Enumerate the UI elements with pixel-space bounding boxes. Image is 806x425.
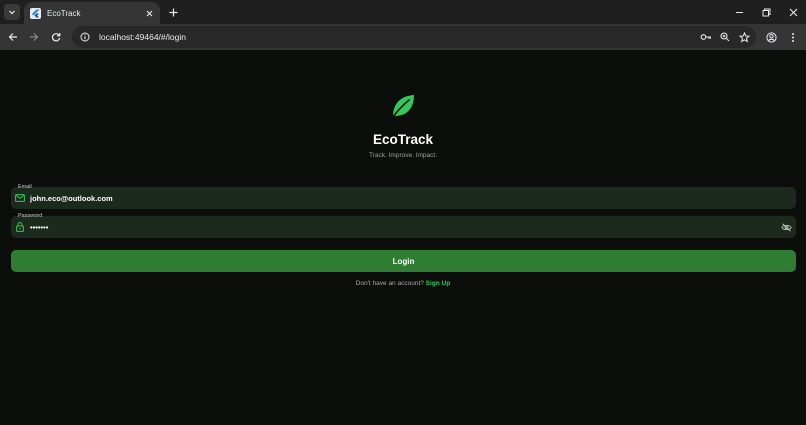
app-name: EcoTrack: [372, 132, 434, 147]
profile-button[interactable]: [764, 30, 778, 44]
password-key-icon[interactable]: [699, 30, 713, 44]
menu-button[interactable]: [786, 30, 800, 44]
account-icon: [765, 31, 777, 43]
tab-title: EcoTrack: [47, 8, 81, 18]
reload-button[interactable]: [49, 30, 63, 44]
email-field[interactable]: [11, 187, 796, 209]
email-input[interactable]: [30, 194, 750, 203]
signup-link[interactable]: Sign Up: [426, 280, 451, 287]
plus-icon: [169, 8, 177, 16]
address-bar[interactable]: localhost:49464/#/login: [72, 26, 756, 48]
password-field[interactable]: •••••••: [11, 216, 796, 238]
url-text[interactable]: localhost:49464/#/login: [99, 32, 699, 42]
close-window-button[interactable]: [786, 5, 800, 19]
reload-icon: [51, 33, 61, 42]
arrow-right-icon: [30, 33, 39, 41]
browser-tabstrip: EcoTrack: [0, 0, 806, 24]
arrow-left-icon: [8, 33, 17, 41]
more-vertical-icon: [792, 32, 794, 42]
site-info-icon[interactable]: [79, 31, 91, 43]
new-tab-button[interactable]: [166, 5, 180, 19]
back-button[interactable]: [6, 30, 20, 44]
email-label: Email: [18, 184, 32, 190]
app-tagline: Track. Improve. Impact.: [368, 152, 438, 159]
close-icon: [789, 8, 797, 16]
restore-button[interactable]: [759, 5, 773, 19]
browser-toolbar: localhost:49464/#/login: [0, 24, 806, 50]
signup-row: Don't have an account? Sign Up: [0, 280, 806, 287]
tab-close-icon[interactable]: [144, 8, 154, 18]
leaf-icon: [392, 95, 414, 118]
forward-button[interactable]: [27, 30, 41, 44]
lock-icon: [15, 222, 25, 232]
login-page: EcoTrack Track. Improve. Impact. Email •…: [0, 50, 806, 425]
chevron-down-icon: [9, 10, 15, 15]
password-label: Password: [18, 213, 43, 219]
zoom-icon[interactable]: [718, 30, 732, 44]
password-input[interactable]: •••••••: [30, 223, 750, 232]
minimize-icon: [735, 11, 743, 13]
eye-off-icon[interactable]: [780, 221, 792, 233]
minimize-button[interactable]: [732, 5, 746, 19]
login-button[interactable]: Login: [11, 250, 796, 272]
browser-tab[interactable]: EcoTrack: [24, 2, 160, 24]
mail-icon: [15, 193, 25, 203]
bookmark-star-icon[interactable]: [737, 30, 751, 44]
tab-search-button[interactable]: [4, 4, 20, 20]
signup-prompt: Don't have an account?: [355, 280, 426, 287]
flutter-favicon-icon: [30, 7, 41, 19]
restore-icon: [762, 8, 770, 16]
